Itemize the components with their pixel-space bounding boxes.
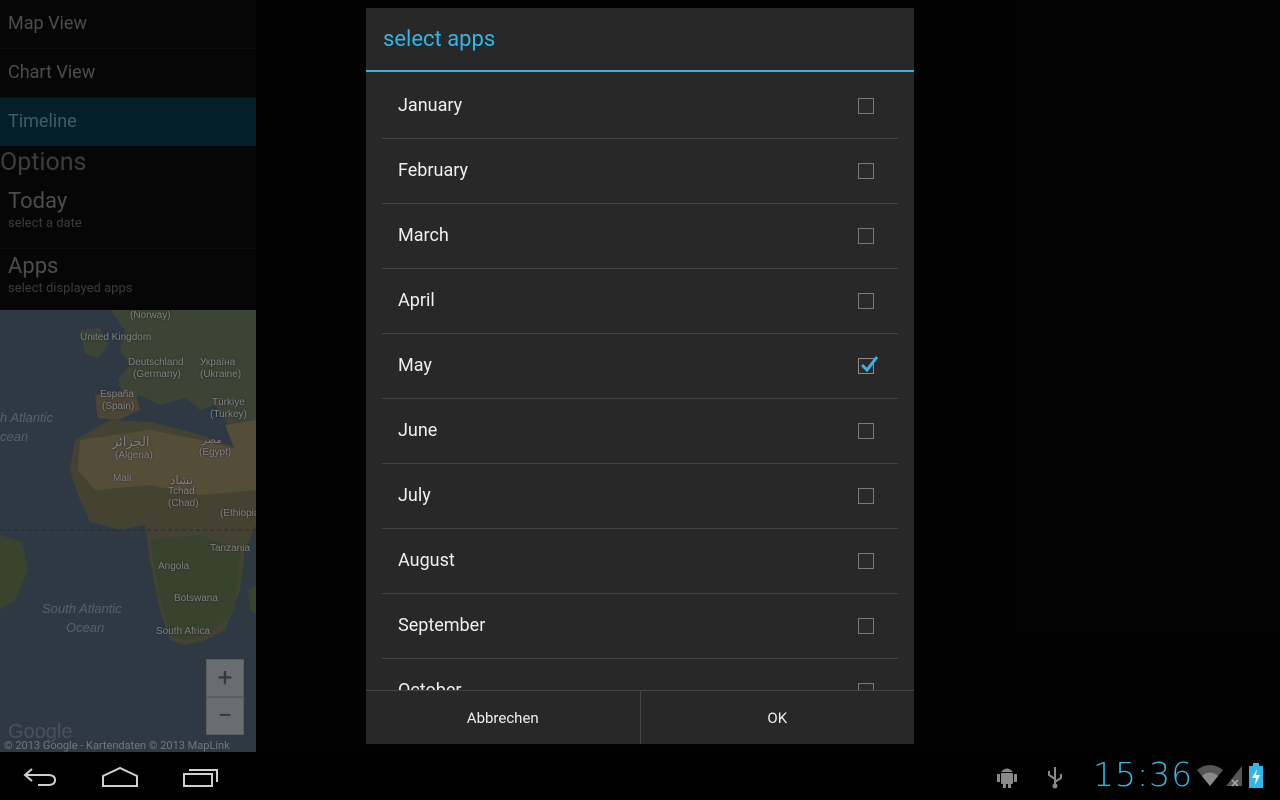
wifi-icon — [1197, 765, 1223, 786]
checkbox[interactable] — [858, 228, 874, 244]
list-item-label: January — [398, 95, 463, 116]
list-item-january[interactable]: January — [382, 74, 898, 139]
signal-icon — [1226, 766, 1242, 787]
home-icon[interactable] — [101, 766, 139, 788]
ok-button[interactable]: OK — [639, 691, 915, 744]
list-item-july[interactable]: July — [382, 464, 898, 529]
checkbox[interactable] — [858, 163, 874, 179]
month-list[interactable]: January February March April May June Ju… — [382, 74, 898, 690]
list-item-september[interactable]: September — [382, 594, 898, 659]
screen: Map View Chart View Timeline Options Tod… — [0, 0, 1280, 800]
system-navigation-bar: 15:36 — [0, 752, 1280, 800]
status-clock: 15:36 — [1093, 755, 1194, 794]
list-item-april[interactable]: April — [382, 269, 898, 334]
list-item-label: March — [398, 225, 449, 246]
list-item-label: February — [398, 160, 469, 181]
checkbox[interactable] — [858, 488, 874, 504]
usb-icon — [1048, 767, 1062, 789]
list-item-october[interactable]: October — [382, 659, 898, 690]
checkbox-checked[interactable] — [858, 356, 878, 374]
list-item-label: April — [398, 290, 435, 311]
checkbox[interactable] — [858, 683, 874, 690]
cancel-button[interactable]: Abbrechen — [366, 691, 640, 744]
list-item-june[interactable]: June — [382, 399, 898, 464]
checkbox[interactable] — [858, 618, 874, 634]
list-item-march[interactable]: March — [382, 204, 898, 269]
list-item-label: August — [398, 550, 455, 571]
dialog-button-bar: Abbrechen OK — [366, 690, 914, 744]
checkbox[interactable] — [858, 293, 874, 309]
android-debug-icon — [997, 768, 1017, 788]
list-item-label: May — [398, 355, 432, 376]
list-item-label: September — [398, 615, 486, 636]
list-item-label: July — [398, 485, 431, 506]
list-item-label: October — [398, 659, 462, 690]
dialog-title: select apps — [366, 8, 914, 72]
list-item-august[interactable]: August — [382, 529, 898, 594]
checkmark-icon — [860, 356, 878, 373]
list-item-february[interactable]: February — [382, 139, 898, 204]
select-apps-dialog: select apps January February March April… — [366, 8, 914, 744]
checkbox[interactable] — [858, 553, 874, 569]
back-icon[interactable] — [22, 766, 58, 788]
list-item-may[interactable]: May — [382, 334, 898, 399]
checkbox[interactable] — [858, 423, 874, 439]
checkbox[interactable] — [858, 98, 874, 114]
list-item-label: June — [398, 420, 438, 441]
recent-apps-icon[interactable] — [182, 766, 220, 788]
battery-charging-icon — [1249, 763, 1263, 788]
